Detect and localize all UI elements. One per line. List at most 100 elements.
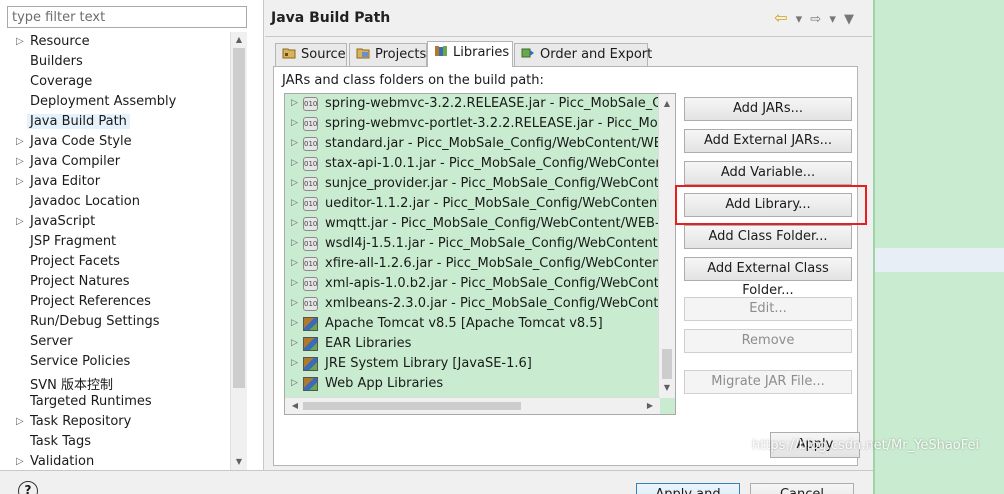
tab-projects[interactable]: Projects <box>349 43 427 66</box>
help-icon[interactable]: ? <box>18 481 38 494</box>
scroll-thumb[interactable] <box>662 349 672 379</box>
scroll-down-icon[interactable]: ▼ <box>231 454 247 470</box>
tree-item[interactable]: Server <box>0 332 248 352</box>
tab-source[interactable]: Source <box>275 43 347 66</box>
expand-arrow-icon[interactable]: ▷ <box>16 156 24 167</box>
build-path-entry[interactable]: ▷ EAR Libraries <box>285 334 665 354</box>
list-vertical-scrollbar[interactable]: ▲ ▼ <box>658 94 675 398</box>
expand-arrow-icon[interactable]: ▷ <box>291 318 298 328</box>
scroll-down-icon[interactable]: ▼ <box>659 380 675 396</box>
expand-arrow-icon[interactable]: ▷ <box>291 198 298 208</box>
tree-item-label: Coverage <box>30 74 93 89</box>
tab-order-and-export[interactable]: Order and Export <box>514 43 652 66</box>
expand-arrow-icon[interactable]: ▷ <box>16 216 24 227</box>
build-path-heading: JARs and class folders on the build path… <box>282 73 544 88</box>
filter-input[interactable] <box>7 6 247 28</box>
tree-item[interactable]: Builders <box>0 52 248 72</box>
expand-arrow-icon[interactable]: ▷ <box>16 36 24 47</box>
expand-arrow-icon[interactable]: ▷ <box>291 358 298 368</box>
scroll-left-icon[interactable]: ◀ <box>287 398 303 414</box>
forward-dropdown-icon[interactable]: ▾ <box>829 12 836 27</box>
tree-item[interactable]: Targeted Runtimes <box>0 392 248 412</box>
expand-arrow-icon[interactable]: ▷ <box>291 378 298 388</box>
add-library-button[interactable]: Add Library... <box>684 193 852 217</box>
tree-item[interactable]: ▷ Validation <box>0 452 248 470</box>
expand-arrow-icon[interactable]: ▷ <box>291 238 298 248</box>
expand-arrow-icon[interactable]: ▷ <box>291 158 298 168</box>
expand-arrow-icon[interactable]: ▷ <box>16 136 24 147</box>
tree-item[interactable]: ▷ JavaScript <box>0 212 248 232</box>
expand-arrow-icon[interactable]: ▷ <box>291 278 298 288</box>
jar-file-icon: 010 <box>303 97 318 111</box>
tree-item[interactable]: Project Facets <box>0 252 248 272</box>
scroll-thumb[interactable] <box>233 48 245 388</box>
tree-item[interactable]: Javadoc Location <box>0 192 248 212</box>
build-path-entry[interactable]: ▷ 010 wmqtt.jar - Picc_MobSale_Config/WebC… <box>285 214 675 234</box>
expand-arrow-icon[interactable]: ▷ <box>16 176 24 187</box>
tree-item[interactable]: JSP Fragment <box>0 232 248 252</box>
tree-item[interactable]: Service Policies <box>0 352 248 372</box>
build-path-entry[interactable]: ▷ 010 standard.jar - Picc_MobSale_Config/W… <box>285 134 675 154</box>
build-path-entry[interactable]: ▷ Web App Libraries <box>285 374 665 394</box>
tree-item[interactable]: ▷ Java Compiler <box>0 152 248 172</box>
tree-item[interactable]: ▷ Java Code Style <box>0 132 248 152</box>
add-jars-button[interactable]: Add JARs... <box>684 97 852 121</box>
expand-arrow-icon[interactable]: ▷ <box>291 218 298 228</box>
expand-arrow-icon[interactable]: ▷ <box>291 118 298 128</box>
scroll-thumb[interactable] <box>303 402 521 410</box>
edit-button[interactable]: Edit... <box>684 297 852 321</box>
build-path-entry[interactable]: ▷ Apache Tomcat v8.5 [Apache Tomcat v8.5] <box>285 314 665 334</box>
tree-item[interactable]: Deployment Assembly <box>0 92 248 112</box>
tree-scrollbar[interactable]: ▲ ▼ <box>230 32 247 470</box>
tree-item-label: Javadoc Location <box>30 194 140 209</box>
build-path-entry[interactable]: ▷ 010 ueditor-1.1.2.jar - Picc_MobSale_Con… <box>285 194 675 214</box>
back-dropdown-icon[interactable]: ▾ <box>796 12 803 27</box>
build-path-entry[interactable]: ▷ 010 spring-webmvc-3.2.2.RELEASE.jar - Pi… <box>285 94 675 114</box>
tree-item-label: Java Code Style <box>30 134 132 149</box>
build-path-entry[interactable]: ▷ 010 sunjce_provider.jar - Picc_MobSale_C… <box>285 174 675 194</box>
tree-item[interactable]: Java Build Path <box>0 112 248 132</box>
build-path-entry[interactable]: ▷ 010 stax-api-1.0.1.jar - Picc_MobSale_Co… <box>285 154 675 174</box>
tree-item[interactable]: ▷ Java Editor <box>0 172 248 192</box>
expand-arrow-icon[interactable]: ▷ <box>16 456 24 467</box>
list-horizontal-scrollbar[interactable]: ◀ ▶ <box>285 397 660 414</box>
add-variable-button[interactable]: Add Variable... <box>684 161 852 185</box>
build-path-entry[interactable]: ▷ 010 xmlbeans-2.3.0.jar - Picc_MobSale_Co… <box>285 294 675 314</box>
build-path-entry[interactable]: ▷ 010 xfire-all-1.2.6.jar - Picc_MobSale_C… <box>285 254 675 274</box>
build-path-entries-list[interactable]: ▷ 010 spring-webmvc-3.2.2.RELEASE.jar - Pi… <box>284 93 676 415</box>
build-path-entry[interactable]: ▷ JRE System Library [JavaSE-1.6] <box>285 354 665 374</box>
migrate-jar-button[interactable]: Migrate JAR File... <box>684 370 852 394</box>
tree-item[interactable]: SVN 版本控制 <box>0 372 248 393</box>
tree-item[interactable]: Project Natures <box>0 272 248 292</box>
view-menu-icon[interactable]: ▼ <box>844 12 854 27</box>
forward-arrow-icon[interactable]: ⇨ <box>810 12 821 27</box>
expand-arrow-icon[interactable]: ▷ <box>291 298 298 308</box>
projects-icon <box>356 48 370 59</box>
expand-arrow-icon[interactable]: ▷ <box>291 258 298 268</box>
scroll-up-icon[interactable]: ▲ <box>659 96 675 112</box>
tree-item[interactable]: ▷ Resource <box>0 32 248 52</box>
expand-arrow-icon[interactable]: ▷ <box>291 178 298 188</box>
build-path-entry[interactable]: ▷ 010 xml-apis-1.0.b2.jar - Picc_MobSale_C… <box>285 274 675 294</box>
add-external-jars-button[interactable]: Add External JARs... <box>684 129 852 153</box>
remove-button[interactable]: Remove <box>684 329 852 353</box>
apply-and-close-button[interactable]: Apply and Close <box>636 483 740 494</box>
back-arrow-icon[interactable]: ⇦ <box>774 8 787 27</box>
add-external-class-folder-button[interactable]: Add External Class Folder... <box>684 257 852 298</box>
tree-item[interactable]: Coverage <box>0 72 248 92</box>
expand-arrow-icon[interactable]: ▷ <box>291 138 298 148</box>
tree-item[interactable]: ▷ Task Repository <box>0 412 248 432</box>
tree-item[interactable]: Project References <box>0 292 248 312</box>
tree-item[interactable]: Run/Debug Settings <box>0 312 248 332</box>
tree-item[interactable]: Task Tags <box>0 432 248 452</box>
build-path-entry[interactable]: ▷ 010 spring-webmvc-portlet-3.2.2.RELEASE.… <box>285 114 675 134</box>
scroll-right-icon[interactable]: ▶ <box>642 398 658 414</box>
build-path-entry[interactable]: ▷ 010 wsdl4j-1.5.1.jar - Picc_MobSale_Conf… <box>285 234 675 254</box>
expand-arrow-icon[interactable]: ▷ <box>291 338 298 348</box>
expand-arrow-icon[interactable]: ▷ <box>291 98 298 108</box>
tab-libraries[interactable]: Libraries <box>427 41 513 67</box>
expand-arrow-icon[interactable]: ▷ <box>16 416 24 427</box>
add-class-folder-button[interactable]: Add Class Folder... <box>684 225 852 249</box>
cancel-button[interactable]: Cancel <box>750 483 854 494</box>
scroll-up-icon[interactable]: ▲ <box>231 32 247 48</box>
